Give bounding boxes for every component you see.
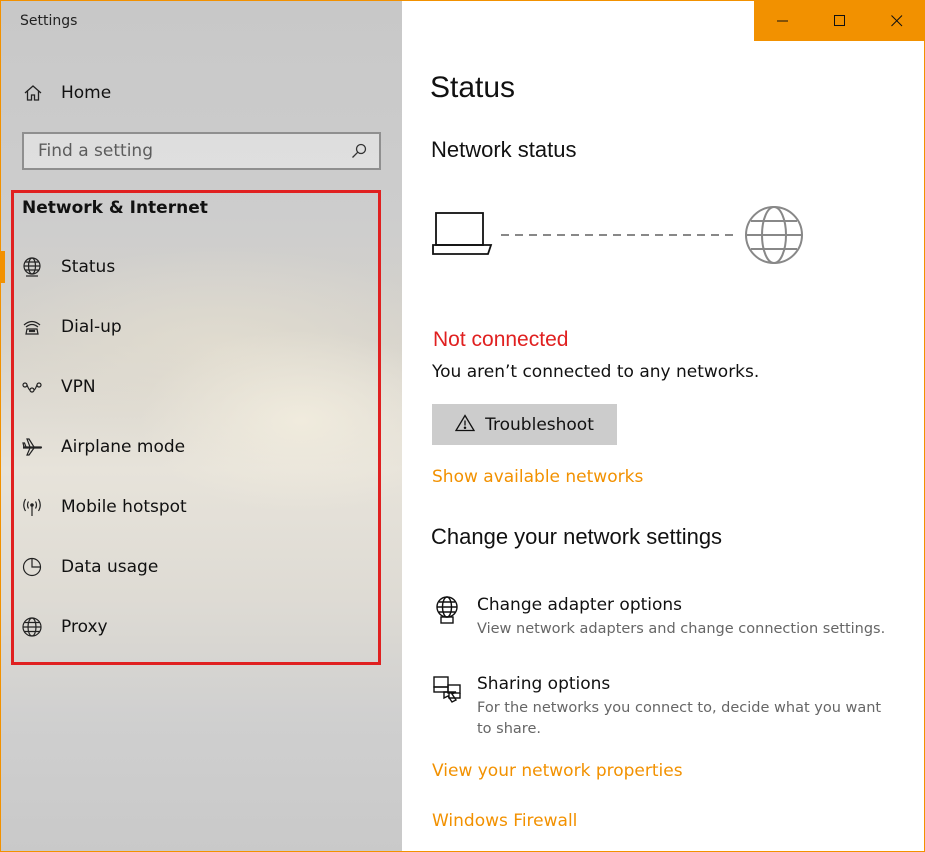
sidebar-item-vpn[interactable]: VPN	[15, 367, 375, 407]
view-network-properties-link[interactable]: View your network properties	[432, 761, 683, 781]
change-adapter-options[interactable]: Change adapter options View network adap…	[431, 595, 901, 640]
search-icon[interactable]	[349, 141, 369, 161]
adapter-icon	[431, 595, 463, 627]
show-available-networks-link[interactable]: Show available networks	[432, 467, 643, 487]
sharing-icon	[431, 674, 463, 706]
active-indicator	[1, 251, 5, 283]
warning-icon	[454, 413, 476, 436]
option-desc: View network adapters and change connect…	[477, 621, 886, 637]
close-icon	[890, 12, 903, 31]
home-icon	[15, 82, 51, 104]
internet-globe-icon	[745, 206, 803, 264]
laptop-icon	[432, 212, 493, 255]
title-bar-controls	[754, 1, 924, 41]
change-settings-heading: Change your network settings	[431, 524, 723, 549]
sidebar-item-mobile-hotspot[interactable]: Mobile hotspot	[15, 487, 375, 527]
sidebar-item-data-usage[interactable]: Data usage	[15, 547, 375, 587]
sidebar-item-status[interactable]: Status	[15, 247, 375, 287]
windows-firewall-link[interactable]: Windows Firewall	[432, 811, 577, 831]
sidebar-item-proxy[interactable]: Proxy	[15, 607, 375, 647]
sidebar-item-label: VPN	[61, 377, 96, 397]
network-status-title: Network status	[431, 137, 577, 162]
data-usage-icon	[15, 555, 49, 579]
proxy-globe-icon	[15, 615, 49, 639]
option-desc: For the networks you connect to, decide …	[477, 700, 882, 737]
settings-window: Settings Home Network & Internet	[0, 0, 925, 852]
minimize-button[interactable]	[754, 1, 811, 41]
connection-status-text: Not connected	[433, 328, 569, 351]
dial-up-icon	[15, 315, 49, 339]
sidebar-item-label: Proxy	[61, 617, 108, 637]
hotspot-icon	[15, 495, 49, 519]
vpn-icon	[15, 375, 49, 399]
connection-status-desc: You aren’t connected to any networks.	[432, 362, 760, 382]
sidebar-item-label: Dial-up	[61, 317, 122, 337]
airplane-icon	[15, 435, 49, 459]
sidebar-item-label: Airplane mode	[61, 437, 186, 457]
section-title: Network & Internet	[22, 198, 208, 218]
sidebar-item-label: Status	[61, 257, 116, 277]
page-title: Status	[430, 71, 516, 104]
search-box[interactable]	[22, 132, 381, 170]
sidebar-item-label: Mobile hotspot	[61, 497, 187, 517]
troubleshoot-label: Troubleshoot	[485, 414, 594, 435]
troubleshoot-button[interactable]: Troubleshoot	[432, 404, 617, 445]
sidebar-home-label: Home	[61, 83, 112, 103]
window-title: Settings	[20, 13, 78, 29]
sidebar-item-airplane-mode[interactable]: Airplane mode	[15, 427, 375, 467]
search-input[interactable]	[38, 141, 349, 161]
option-title: Sharing options	[477, 674, 611, 694]
option-title: Change adapter options	[477, 595, 683, 615]
sidebar-item-label: Data usage	[61, 557, 159, 577]
close-button[interactable]	[868, 1, 924, 41]
sidebar: Settings Home Network & Internet	[1, 1, 402, 851]
network-diagram	[431, 201, 811, 271]
sharing-options[interactable]: Sharing options For the networks you con…	[431, 674, 901, 740]
sidebar-item-dial-up[interactable]: Dial-up	[15, 307, 375, 347]
maximize-button[interactable]	[811, 1, 868, 41]
status-globe-icon	[15, 255, 49, 279]
maximize-icon	[833, 12, 846, 31]
minimize-icon	[776, 12, 789, 31]
sidebar-home[interactable]: Home	[15, 77, 385, 109]
